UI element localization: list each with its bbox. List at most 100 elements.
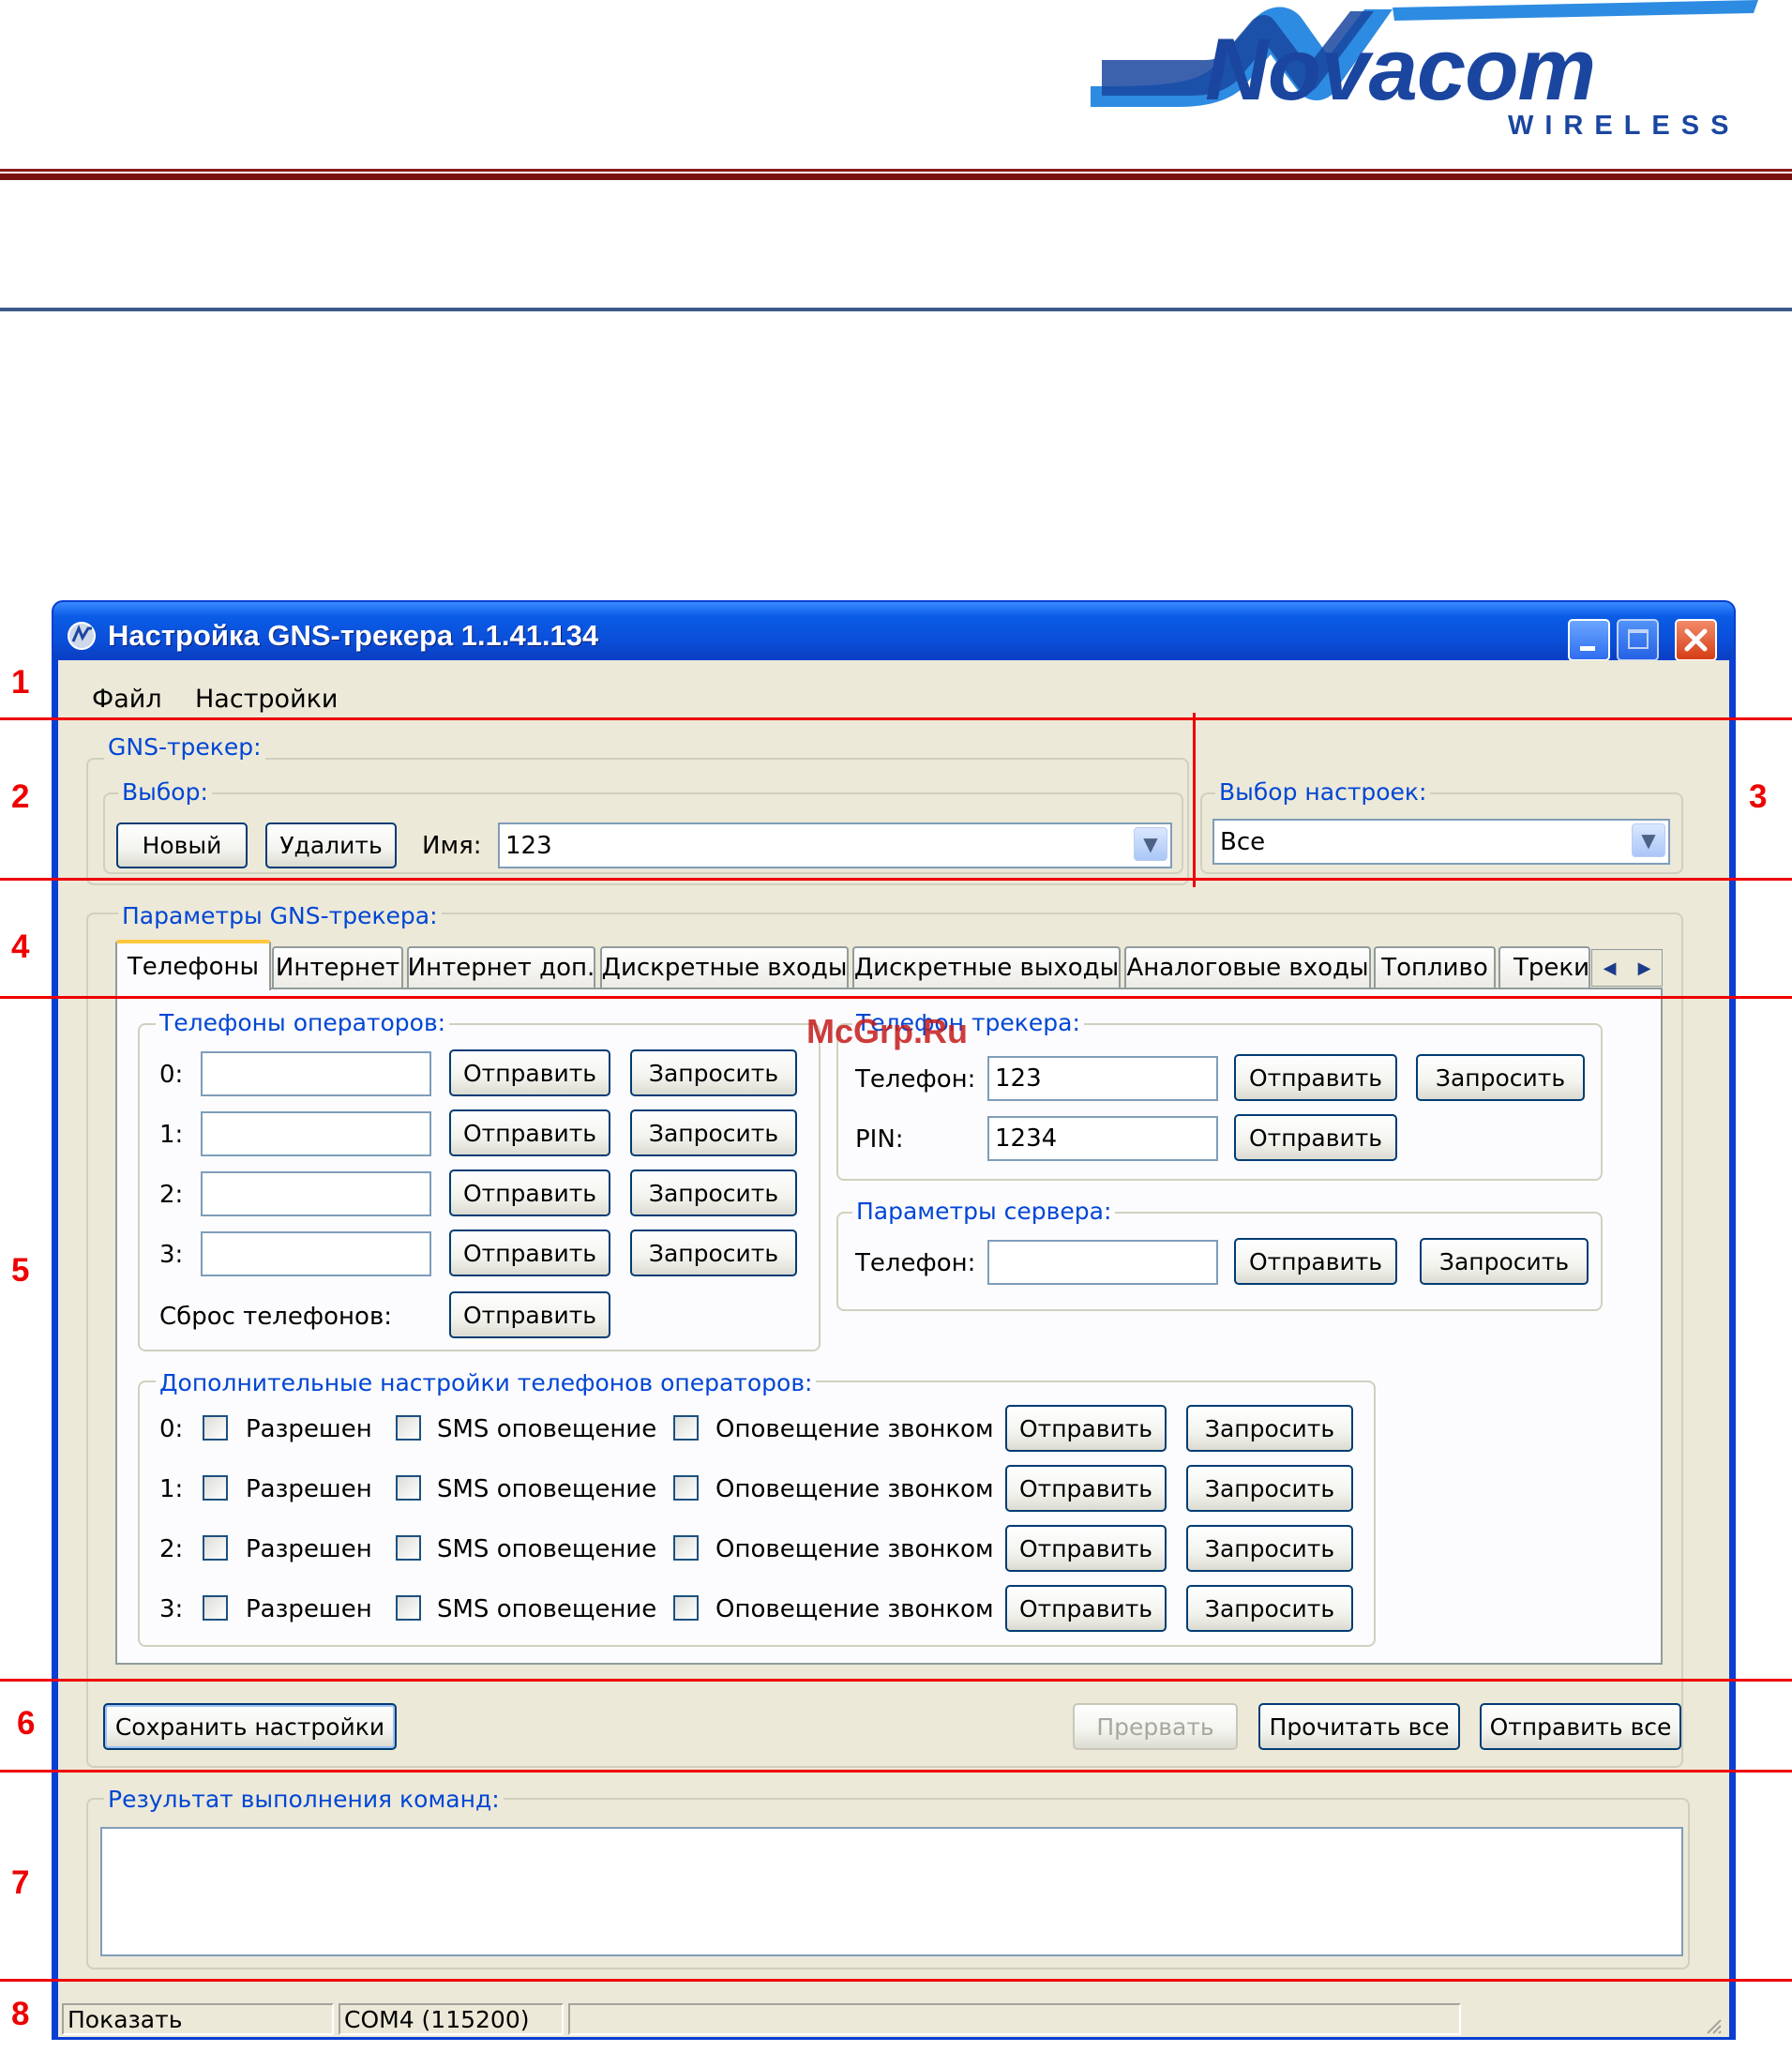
extra-send-button[interactable]: Отправить	[1005, 1585, 1167, 1632]
maximize-button[interactable]	[1617, 619, 1659, 661]
extra-request-button[interactable]: Запросить	[1186, 1405, 1353, 1452]
operator-request-button[interactable]: Запросить	[630, 1109, 797, 1156]
server-phone-label: Телефон:	[855, 1249, 976, 1277]
operator-send-button[interactable]: Отправить	[449, 1169, 610, 1216]
extra-send-button[interactable]: Отправить	[1005, 1465, 1167, 1512]
tab-scroll-right-icon[interactable]: ▶	[1638, 958, 1651, 978]
sms-checkbox[interactable]	[396, 1595, 421, 1621]
extra-settings-group-label: Дополнительные настройки телефонов опера…	[156, 1369, 817, 1396]
minimize-button[interactable]	[1568, 619, 1610, 661]
server-request-button[interactable]: Запросить	[1420, 1238, 1589, 1285]
operator-send-button[interactable]: Отправить	[449, 1230, 610, 1276]
tracker-phone-input[interactable]: 123	[987, 1056, 1218, 1101]
sms-label: SMS оповещение	[437, 1415, 657, 1443]
allowed-checkbox[interactable]	[203, 1595, 228, 1621]
extra-row-index: 1:	[159, 1475, 184, 1503]
status-show[interactable]: Показать	[62, 2003, 334, 2035]
reset-phones-send-button[interactable]: Отправить	[449, 1291, 610, 1338]
extra-send-button[interactable]: Отправить	[1005, 1405, 1167, 1452]
allowed-label: Разрешен	[246, 1595, 372, 1623]
operator-request-button[interactable]: Запросить	[630, 1230, 797, 1276]
tab-phones[interactable]: Телефоны	[115, 940, 271, 990]
extra-request-button[interactable]: Запросить	[1186, 1525, 1353, 1572]
allowed-checkbox[interactable]	[203, 1415, 228, 1441]
annotation-number: 6	[17, 1705, 36, 1742]
params-group-label: Параметры GNS-трекера:	[118, 902, 442, 929]
chevron-down-icon[interactable]: ▼	[1632, 823, 1665, 857]
logo-wordmark: Novacom	[1205, 20, 1596, 118]
tab-discrete-outputs[interactable]: Дискретные выходы	[852, 946, 1121, 988]
sms-checkbox[interactable]	[396, 1475, 421, 1501]
tracker-name-value: 123	[505, 831, 552, 860]
read-all-button[interactable]: Прочитать все	[1258, 1703, 1460, 1750]
tab-fuel[interactable]: Топливо	[1374, 946, 1496, 988]
settings-select[interactable]: Все ▼	[1212, 819, 1670, 865]
results-group-label: Результат выполнения команд:	[104, 1786, 504, 1813]
call-checkbox[interactable]	[673, 1535, 699, 1561]
pin-send-button[interactable]: Отправить	[1234, 1114, 1397, 1161]
extra-request-button[interactable]: Запросить	[1186, 1465, 1353, 1512]
server-phone-input[interactable]	[987, 1240, 1218, 1285]
resize-grip-icon[interactable]	[1702, 2016, 1723, 2035]
tab-discrete-inputs[interactable]: Дискретные входы	[600, 946, 849, 988]
save-settings-button[interactable]: Сохранить настройки	[103, 1703, 397, 1750]
call-checkbox[interactable]	[673, 1595, 699, 1621]
server-params-group-label: Параметры сервера:	[852, 1198, 1116, 1225]
minimize-icon	[1580, 646, 1595, 651]
new-tracker-button[interactable]: Новый	[116, 822, 248, 868]
allowed-checkbox[interactable]	[203, 1535, 228, 1561]
name-label: Имя:	[422, 832, 482, 860]
call-label: Оповещение звонком	[715, 1475, 994, 1503]
allowed-label: Разрешен	[246, 1415, 372, 1443]
abort-button[interactable]: Прервать	[1073, 1703, 1238, 1750]
operator-send-button[interactable]: Отправить	[449, 1109, 610, 1156]
extra-row-index: 2:	[159, 1535, 184, 1563]
chevron-down-icon[interactable]: ▼	[1134, 827, 1167, 861]
operator-phone-input[interactable]	[201, 1231, 431, 1276]
tab-scroll-left-icon[interactable]: ◀	[1604, 958, 1617, 978]
extra-send-button[interactable]: Отправить	[1005, 1525, 1167, 1572]
allowed-checkbox[interactable]	[203, 1475, 228, 1501]
tab-internet[interactable]: Интернет	[272, 946, 403, 988]
tracker-name-select[interactable]: 123 ▼	[498, 822, 1172, 868]
results-textarea[interactable]	[100, 1827, 1683, 1956]
operator-request-button[interactable]: Запросить	[630, 1049, 797, 1096]
tracker-phone-label: Телефон:	[855, 1065, 976, 1094]
server-send-button[interactable]: Отправить	[1234, 1238, 1397, 1285]
call-checkbox[interactable]	[673, 1415, 699, 1441]
send-all-button[interactable]: Отправить все	[1480, 1703, 1681, 1750]
tracker-phone-request-button[interactable]: Запросить	[1416, 1054, 1585, 1101]
call-label: Оповещение звонком	[715, 1535, 994, 1563]
extra-request-button[interactable]: Запросить	[1186, 1585, 1353, 1632]
operator-phone-input[interactable]	[201, 1111, 431, 1156]
pin-input[interactable]: 1234	[987, 1116, 1218, 1161]
tracker-phone-send-button[interactable]: Отправить	[1234, 1054, 1397, 1101]
annotation-number: 1	[11, 664, 30, 701]
app-icon	[68, 622, 96, 650]
menu-file[interactable]: Файл	[92, 685, 162, 714]
annotation-number: 8	[11, 1996, 30, 2032]
close-button[interactable]	[1675, 619, 1717, 661]
watermark: McGrp.Ru	[806, 1012, 969, 1050]
operator-index: 3:	[159, 1241, 184, 1269]
tab-internet-extra[interactable]: Интернет доп.	[407, 946, 595, 988]
sms-label: SMS оповещение	[437, 1595, 657, 1623]
tab-tracking[interactable]: Трекин	[1498, 946, 1590, 988]
operator-phone-input[interactable]	[201, 1051, 431, 1096]
status-port: COM4 (115200)	[339, 2003, 564, 2035]
operator-phone-input[interactable]	[201, 1171, 431, 1216]
extra-row-index: 3:	[159, 1595, 184, 1623]
call-checkbox[interactable]	[673, 1475, 699, 1501]
annotation-line	[0, 717, 1792, 720]
operator-send-button[interactable]: Отправить	[449, 1049, 610, 1096]
annotation-number: 5	[11, 1252, 30, 1289]
tab-analog-inputs[interactable]: Аналоговые входы	[1124, 946, 1371, 988]
sms-checkbox[interactable]	[396, 1415, 421, 1441]
choice-group-label: Выбор:	[118, 778, 212, 806]
allowed-label: Разрешен	[246, 1535, 372, 1563]
status-extra	[568, 2003, 1461, 2035]
sms-checkbox[interactable]	[396, 1535, 421, 1561]
delete-tracker-button[interactable]: Удалить	[265, 822, 397, 868]
operator-request-button[interactable]: Запросить	[630, 1169, 797, 1216]
menu-settings[interactable]: Настройки	[195, 685, 338, 714]
